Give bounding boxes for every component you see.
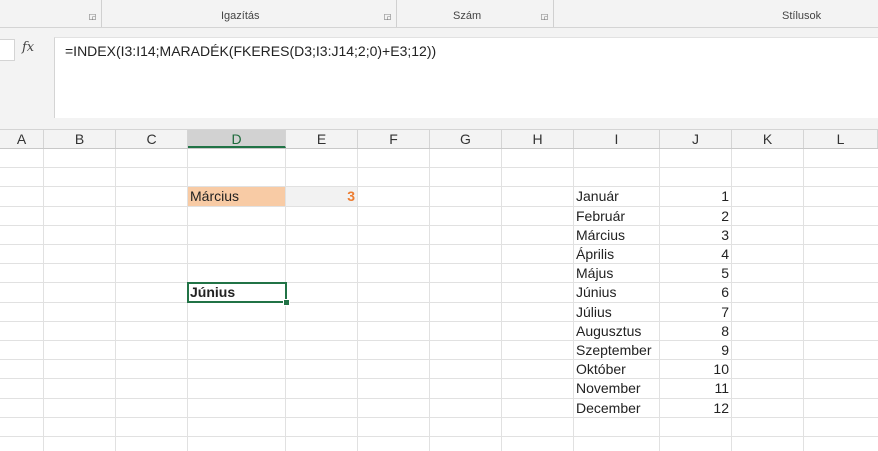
cell-i5[interactable]: Március: [574, 226, 660, 245]
cell-j5[interactable]: 3: [660, 226, 731, 245]
cell-j9[interactable]: 7: [660, 303, 731, 322]
cell-j7[interactable]: 5: [660, 264, 731, 283]
active-cell-border: [187, 282, 287, 303]
cell-e3[interactable]: 3: [286, 187, 357, 206]
ribbon-separator: [553, 0, 554, 27]
column-header-g[interactable]: G: [430, 130, 502, 148]
gridline: [115, 149, 116, 451]
gridline: [0, 398, 878, 399]
cell-j4[interactable]: 2: [660, 207, 731, 226]
cell-j12[interactable]: 10: [660, 360, 731, 379]
column-header-h[interactable]: H: [502, 130, 574, 148]
number-dialog-launcher-icon[interactable]: ◲: [540, 12, 549, 21]
cell-i8[interactable]: Június: [574, 283, 660, 302]
formula-bar: fx =INDEX(I3:I14;MARADÉK(FKERES(D3;I3:J1…: [0, 37, 878, 118]
cell-j13[interactable]: 11: [660, 379, 731, 398]
gridline: [43, 149, 44, 451]
cell-i7[interactable]: Május: [574, 264, 660, 283]
gridline: [0, 206, 878, 207]
ribbon-group-labels: ◲ Igazítás ◲ Szám ◲ Stílusok: [0, 0, 878, 28]
cell-j8[interactable]: 6: [660, 283, 731, 302]
gridline: [0, 436, 878, 437]
column-header-b[interactable]: B: [44, 130, 116, 148]
cell-i9[interactable]: Július: [574, 303, 660, 322]
gridline: [0, 340, 878, 341]
cell-i13[interactable]: November: [574, 379, 660, 398]
gridline: [0, 167, 878, 168]
column-headers: A B C D E F G H I J K L: [0, 130, 878, 149]
gridline: [0, 225, 878, 226]
ribbon-separator: [101, 0, 102, 27]
ribbon-group-number-label: Szám: [453, 10, 482, 22]
ribbon-separator: [396, 0, 397, 27]
column-header-a[interactable]: A: [0, 130, 44, 148]
column-header-k[interactable]: K: [732, 130, 804, 148]
gridline: [0, 186, 878, 187]
cell-i11[interactable]: Szeptember: [574, 341, 660, 360]
cell-j11[interactable]: 9: [660, 341, 731, 360]
alignment-dialog-launcher-icon[interactable]: ◲: [383, 12, 392, 21]
name-box[interactable]: [0, 39, 15, 61]
gridline: [429, 149, 430, 451]
gridline: [0, 302, 878, 303]
cell-j6[interactable]: 4: [660, 245, 731, 264]
column-header-i[interactable]: I: [574, 130, 660, 148]
font-dialog-launcher-icon[interactable]: ◲: [88, 12, 97, 21]
cell-j14[interactable]: 12: [660, 399, 731, 418]
formula-bar-gap: [0, 118, 878, 130]
gridline: [803, 149, 804, 451]
gridline: [0, 321, 878, 322]
gridline: [0, 282, 878, 283]
ribbon-group-alignment-label: Igazítás: [221, 10, 260, 22]
column-header-e[interactable]: E: [286, 130, 358, 148]
column-header-c[interactable]: C: [116, 130, 188, 148]
cell-d3[interactable]: Március: [188, 187, 285, 206]
cell-j3[interactable]: 1: [660, 187, 731, 206]
gridline: [0, 378, 878, 379]
column-header-d[interactable]: D: [188, 130, 286, 148]
insert-function-icon[interactable]: fx: [22, 40, 34, 55]
gridline: [0, 359, 878, 360]
formula-input[interactable]: =INDEX(I3:I14;MARADÉK(FKERES(D3;I3:J14;2…: [54, 37, 878, 118]
cell-i12[interactable]: Október: [574, 360, 660, 379]
cell-i3[interactable]: Január: [574, 187, 660, 206]
gridline: [0, 244, 878, 245]
gridline: [0, 417, 878, 418]
column-header-j[interactable]: J: [660, 130, 732, 148]
gridline: [731, 149, 732, 451]
column-header-f[interactable]: F: [358, 130, 430, 148]
cell-j10[interactable]: 8: [660, 322, 731, 341]
gridline: [357, 149, 358, 451]
gridline: [0, 263, 878, 264]
cell-i6[interactable]: Április: [574, 245, 660, 264]
fill-handle[interactable]: [283, 299, 290, 306]
column-header-l[interactable]: L: [804, 130, 878, 148]
cell-i10[interactable]: Augusztus: [574, 322, 660, 341]
worksheet-grid[interactable]: Március 3 Június Január Február Március …: [0, 149, 878, 451]
cell-i14[interactable]: December: [574, 399, 660, 418]
cell-i4[interactable]: Február: [574, 207, 660, 226]
ribbon-group-styles-label: Stílusok: [782, 10, 822, 22]
ribbon-gap: [0, 28, 878, 37]
gridline: [501, 149, 502, 451]
